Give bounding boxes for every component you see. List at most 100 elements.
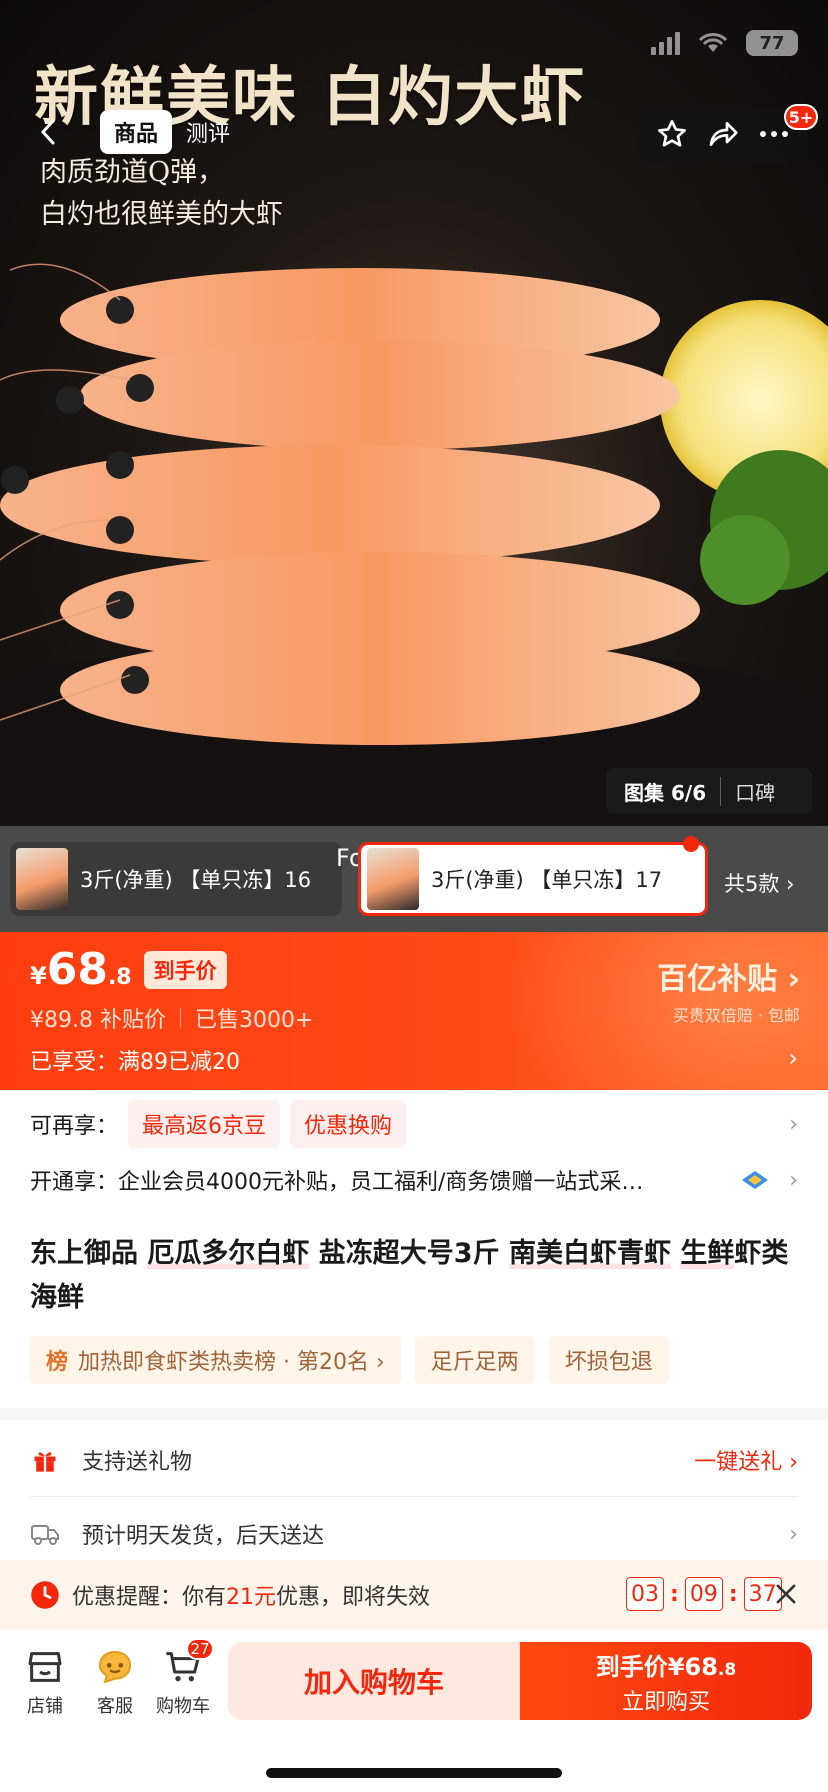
selected-dot: [683, 836, 699, 852]
divider: [180, 1008, 181, 1028]
variant-strip: 3斤(净重) 【单只冻】16 Forcast 3斤(净重) 【单只冻】17 共5…: [0, 826, 828, 932]
membership-text: 开通享：企业会员4000元补贴，员工福利/商务馈赠一站式采…: [30, 1170, 644, 1195]
variant-label: 3斤(净重) 【单只冻】17: [431, 868, 663, 892]
title-keyword: 生鲜: [680, 1238, 735, 1269]
subsidy-desc: 买贵双倍赔 · 包邮: [672, 1006, 800, 1025]
all-variants-link[interactable]: 共5款 ›: [724, 868, 794, 898]
back-button[interactable]: [28, 112, 68, 152]
truck-icon: [30, 1519, 60, 1549]
gallery-switch: 图集 6/6 口碑: [606, 768, 812, 814]
final-price-tag: 到手价: [143, 951, 227, 989]
price-banner[interactable]: ¥ 68 .8 到手价 ¥89.8 补贴价 已售3000+ 已享受：满89已减2…: [0, 932, 828, 1090]
title-keyword: 厄瓜多尔白虾: [147, 1238, 310, 1269]
cart-label: 购物车: [156, 1696, 210, 1717]
title-part: [671, 1238, 680, 1269]
wifi-icon: [698, 33, 728, 52]
gallery-tab[interactable]: 图集 6/6: [606, 777, 720, 806]
share-button[interactable]: [701, 112, 745, 156]
more-icon: [760, 131, 789, 137]
chevron-right-icon: ›: [789, 1521, 798, 1547]
benefits-row[interactable]: 可再享： 最高返6京豆 优惠换购 ›: [30, 1096, 798, 1152]
add-to-cart-button[interactable]: 加入购物车: [228, 1642, 520, 1720]
gift-label: 支持送礼物: [82, 1450, 193, 1475]
shop-button[interactable]: 店铺: [12, 1642, 78, 1718]
buy-price: 到手价¥68.8: [596, 1647, 736, 1682]
final-price: ¥ 68 .8 到手价: [30, 944, 227, 995]
jingdou-chip[interactable]: 最高返6京豆: [128, 1100, 281, 1148]
variant-thumbnail: [367, 848, 419, 910]
variant-option[interactable]: 3斤(净重) 【单只冻】16: [10, 842, 342, 916]
tag-damage-refund[interactable]: 坏损包退: [548, 1336, 669, 1384]
top-actions: [638, 106, 808, 162]
buy-now-button[interactable]: 到手价¥68.8 立即购买: [520, 1642, 812, 1720]
customer-service-button[interactable]: 客服: [82, 1642, 148, 1718]
shop-label: 店铺: [27, 1696, 63, 1717]
delivery-label: 预计明天发货，后天送达: [82, 1524, 325, 1549]
exchange-chip[interactable]: 优惠换购: [290, 1100, 407, 1148]
title-part: 盐冻超大号3斤: [309, 1238, 509, 1269]
chat-bubble-icon: [98, 1650, 132, 1684]
tag-full-weight[interactable]: 足斤足两: [414, 1336, 535, 1384]
benefits-label: 可再享：: [30, 1114, 119, 1139]
hero-subtitle-line1: 肉质劲道Q弹，: [40, 157, 225, 188]
product-page: 新鲜美味 白灼大虾 肉质劲道Q弹， 白灼也很鲜美的大虾 77 商品 测评 5+ …: [0, 0, 828, 1792]
original-price: ¥89.8: [30, 1008, 93, 1033]
price-integer: 68: [46, 944, 108, 995]
top-tabs: 商品 测评: [100, 110, 244, 154]
price-subline: ¥89.8 补贴价 已售3000+: [30, 1002, 313, 1034]
reminder-amount: 21元: [226, 1585, 277, 1610]
promo-applied: 已享受：满89已减20: [30, 1050, 240, 1075]
tab-reviews[interactable]: 测评: [172, 110, 244, 154]
countdown-timer: 03: 09: 37: [626, 1577, 782, 1611]
gift-icon: [30, 1445, 60, 1475]
close-icon[interactable]: [772, 1580, 800, 1608]
message-count-badge: 5+: [784, 104, 818, 130]
variant-label: 3斤(净重) 【单只冻】16: [80, 868, 312, 892]
row-divider: [30, 1496, 798, 1497]
chevron-left-icon: [40, 119, 55, 145]
product-tags: 榜加热即食虾类热卖榜 · 第20名 › 足斤足两 坏损包退: [30, 1336, 669, 1384]
buy-price-decimal: .8: [717, 1659, 737, 1680]
chevron-right-icon: ›: [788, 1044, 798, 1072]
variant-thumbnail: [16, 848, 68, 910]
rank-text: 加热即食虾类热卖榜 · 第20名 ›: [78, 1350, 385, 1375]
reminder-prefix: 优惠提醒：你有: [72, 1585, 227, 1610]
buy-now-label: 立即购买: [621, 1689, 710, 1715]
chevron-right-icon: ›: [789, 1111, 798, 1137]
coupon-reminder[interactable]: 优惠提醒：你有 21元 优惠，即将失效 03: 09: 37: [0, 1560, 828, 1630]
gallery-index: 6/6: [670, 780, 707, 805]
rank-tag[interactable]: 榜加热即食虾类热卖榜 · 第20名 ›: [30, 1336, 401, 1384]
favorite-button[interactable]: [650, 112, 694, 156]
membership-row[interactable]: 开通享：企业会员4000元补贴，员工福利/商务馈赠一站式采… ›: [30, 1152, 798, 1208]
title-keyword: 南美白虾青虾: [509, 1238, 671, 1269]
service-label: 客服: [97, 1696, 133, 1717]
currency-symbol: ¥: [30, 962, 47, 990]
product-image[interactable]: 新鲜美味 白灼大虾 肉质劲道Q弹， 白灼也很鲜美的大虾 77 商品 测评 5+ …: [0, 0, 828, 826]
cart-count-badge: 27: [186, 1638, 214, 1660]
share-icon: [709, 122, 738, 146]
cart-button[interactable]: 购物车 27: [150, 1638, 216, 1718]
status-bar: 77: [651, 30, 798, 56]
tab-product[interactable]: 商品: [100, 110, 173, 154]
battery-indicator: 77: [746, 30, 798, 56]
buy-price-main: 到手价¥68: [595, 1652, 718, 1681]
title-part: 东上御品: [30, 1238, 148, 1269]
timer-minutes: 09: [684, 1577, 723, 1611]
reviews-media-tab[interactable]: 口碑: [720, 776, 789, 806]
rank-icon: 榜: [46, 1350, 69, 1375]
reminder-suffix: 优惠，即将失效: [276, 1585, 431, 1610]
send-gift-link[interactable]: 一键送礼 ›: [694, 1444, 798, 1476]
sold-count: 已售3000+: [195, 1008, 314, 1033]
star-icon: [657, 120, 686, 147]
gallery-label: 图集: [624, 780, 664, 805]
store-icon: [28, 1652, 62, 1682]
subsidy-logo[interactable]: 百亿补贴 › 买贵双倍赔 · 包邮: [657, 954, 800, 1026]
product-title: 东上御品 厄瓜多尔白虾 盐冻超大号3斤 南美白虾青虾 生鲜虾类 海鲜: [30, 1232, 800, 1320]
variant-option-selected[interactable]: 3斤(净重) 【单只冻】17: [358, 836, 708, 916]
hero-subtitle: 肉质劲道Q弹， 白灼也很鲜美的大虾: [40, 152, 283, 236]
original-price-label: 补贴价: [99, 1008, 166, 1033]
chevron-right-icon: ›: [789, 1167, 798, 1193]
hero-subtitle-line2: 白灼也很鲜美的大虾: [40, 199, 283, 230]
signal-icon: [651, 31, 680, 55]
gift-row[interactable]: 支持送礼物 一键送礼 ›: [30, 1424, 798, 1496]
